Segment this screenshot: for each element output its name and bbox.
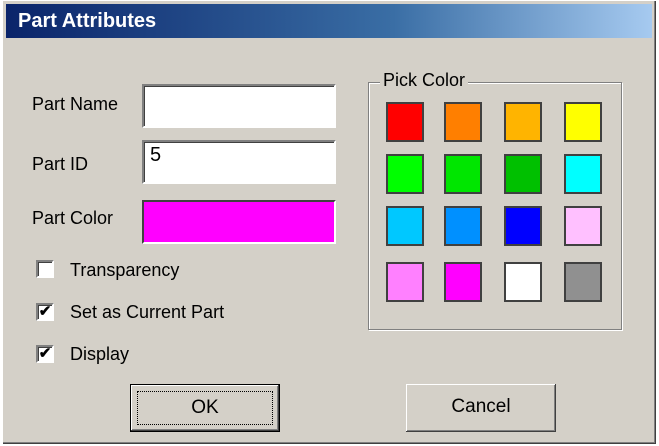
color-swatch[interactable] bbox=[504, 206, 542, 246]
color-swatch[interactable] bbox=[386, 102, 424, 142]
color-swatch[interactable] bbox=[504, 262, 542, 302]
color-swatch[interactable] bbox=[386, 206, 424, 246]
title-bar: Part Attributes bbox=[6, 4, 652, 38]
transparency-label: Transparency bbox=[70, 260, 180, 280]
set-current-part-label: Set as Current Part bbox=[70, 302, 225, 322]
set-current-part-checkbox[interactable]: ✔ bbox=[36, 303, 54, 321]
color-swatch[interactable] bbox=[564, 262, 602, 302]
color-swatch[interactable] bbox=[444, 154, 482, 194]
part-attributes-dialog: Part Attributes Part Name Part ID 5 Part… bbox=[2, 0, 656, 444]
color-swatch[interactable] bbox=[444, 262, 482, 302]
display-label: Display bbox=[70, 344, 130, 364]
part-name-field[interactable] bbox=[142, 84, 336, 128]
color-swatch[interactable] bbox=[504, 102, 542, 142]
focus-rect bbox=[137, 391, 273, 425]
part-id-field[interactable]: 5 bbox=[142, 140, 336, 184]
cancel-button[interactable]: Cancel bbox=[406, 384, 556, 432]
color-swatch[interactable] bbox=[504, 154, 542, 194]
part-name-label: Part Name bbox=[32, 94, 119, 114]
color-swatch[interactable] bbox=[444, 102, 482, 142]
transparency-checkbox[interactable] bbox=[36, 260, 54, 278]
cancel-button-label: Cancel bbox=[451, 396, 511, 417]
color-swatch[interactable] bbox=[564, 102, 602, 142]
window-title: Part Attributes bbox=[18, 10, 157, 32]
color-swatch[interactable] bbox=[386, 262, 424, 302]
part-color-preview bbox=[142, 200, 336, 244]
part-id-label: Part ID bbox=[32, 154, 89, 174]
color-swatch[interactable] bbox=[386, 154, 424, 194]
pick-color-legend: Pick Color bbox=[380, 70, 469, 91]
display-checkbox[interactable]: ✔ bbox=[36, 345, 54, 363]
color-swatch[interactable] bbox=[564, 154, 602, 194]
color-swatch[interactable] bbox=[564, 206, 602, 246]
ok-button[interactable]: OK bbox=[130, 384, 280, 432]
color-swatch[interactable] bbox=[444, 206, 482, 246]
part-color-label: Part Color bbox=[32, 208, 114, 228]
